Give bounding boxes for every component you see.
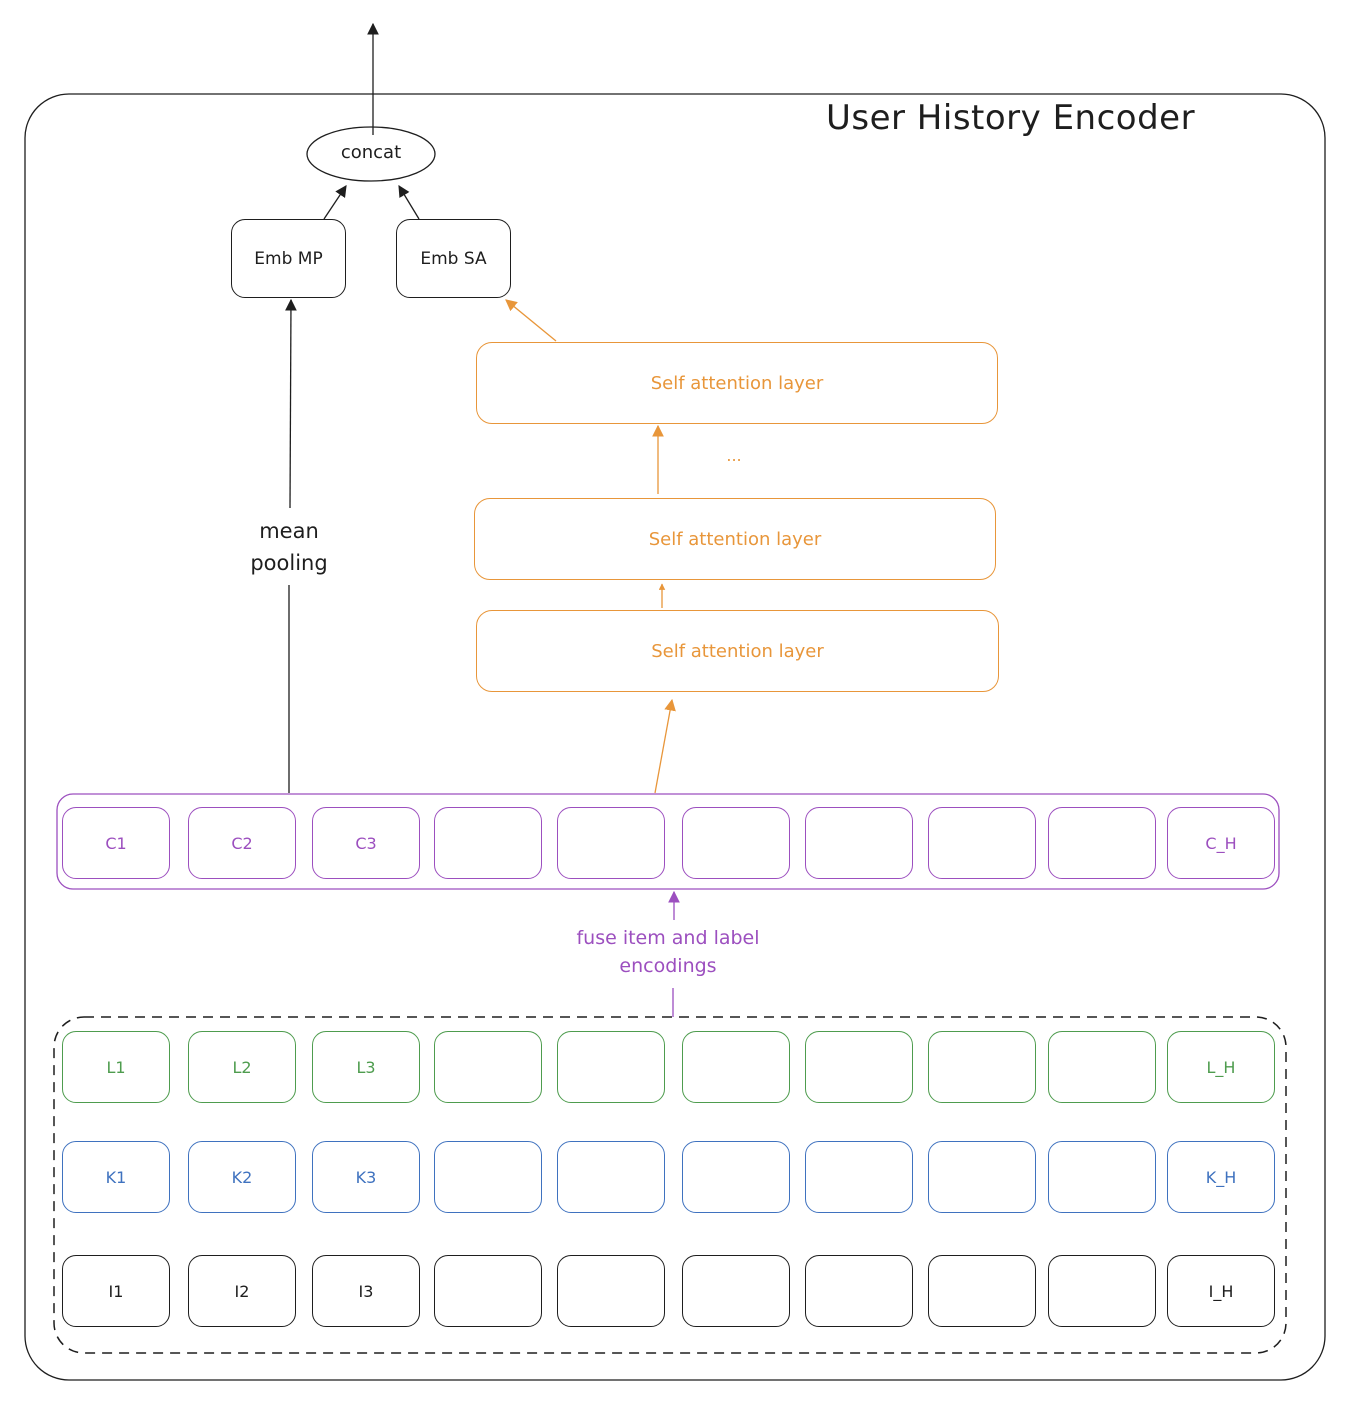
item-cell (1048, 1255, 1156, 1327)
combined-to-attention-arrow (654, 698, 676, 794)
label-cell-label: L_H (1206, 1057, 1236, 1077)
combined-cell-label: C_H (1205, 833, 1237, 853)
item-cell: I1 (62, 1255, 170, 1327)
label-cell: L1 (62, 1031, 170, 1103)
item-cell: I2 (188, 1255, 296, 1327)
attention-layer-bottom-label: Self attention layer (651, 640, 824, 662)
attention-layer-middle-label: Self attention layer (648, 528, 822, 550)
label-cell-label: L2 (232, 1057, 252, 1077)
key-cell: K_H (1167, 1141, 1275, 1213)
fuse-label-line1: fuse item and label (576, 927, 760, 949)
key-cell (805, 1141, 913, 1213)
label-cell (805, 1031, 913, 1103)
emb-sa-node: Emb SA (396, 219, 511, 298)
combined-cell (557, 807, 665, 879)
item-cell (434, 1255, 542, 1327)
item-cell-label: I2 (234, 1281, 250, 1301)
attention-ellipsis: ... (726, 446, 742, 465)
combined-cell (1048, 807, 1156, 879)
item-cell-label: I1 (108, 1281, 124, 1301)
mean-pooling-label: mean pooling (238, 515, 340, 579)
combined-cell: C2 (188, 807, 296, 879)
attention-layer-middle: Self attention layer (474, 498, 996, 580)
key-cell-label: K2 (231, 1167, 253, 1187)
diagram-title: User History Encoder (826, 98, 1196, 138)
item-cell (682, 1255, 790, 1327)
label-cell (557, 1031, 665, 1103)
attention-layer-top-label: Self attention layer (650, 372, 824, 394)
item-cell: I_H (1167, 1255, 1275, 1327)
key-cell (557, 1141, 665, 1213)
label-cell: L3 (312, 1031, 420, 1103)
label-cell (682, 1031, 790, 1103)
emb-mp-to-concat-arrow (323, 185, 347, 220)
item-cell: I3 (312, 1255, 420, 1327)
item-cell (557, 1255, 665, 1327)
key-cell: K1 (62, 1141, 170, 1213)
combined-cell: C_H (1167, 807, 1275, 879)
emb-sa-to-concat-arrow (398, 184, 420, 220)
combined-cell-label: C3 (355, 833, 377, 853)
concat-node: concat (340, 142, 402, 163)
emb-mp-node: Emb MP (231, 219, 346, 298)
item-cell-label: I_H (1208, 1281, 1234, 1301)
label-cell-label: L3 (356, 1057, 376, 1077)
label-cell (434, 1031, 542, 1103)
label-cell: L2 (188, 1031, 296, 1103)
mean-pooling-line1: mean (259, 519, 319, 543)
key-cell (928, 1141, 1036, 1213)
fuse-label: fuse item and label encodings (548, 924, 788, 980)
item-cell (805, 1255, 913, 1327)
combined-cell (805, 807, 913, 879)
attention-layer-bottom: Self attention layer (476, 610, 999, 692)
combined-cell: C3 (312, 807, 420, 879)
key-cell: K3 (312, 1141, 420, 1213)
combined-cell (434, 807, 542, 879)
combined-cell-label: C2 (231, 833, 253, 853)
key-cell (682, 1141, 790, 1213)
combined-cell: C1 (62, 807, 170, 879)
emb-sa-label: Emb SA (420, 248, 487, 269)
key-cell-label: K_H (1205, 1167, 1237, 1187)
label-cell: L_H (1167, 1031, 1275, 1103)
label-cell (928, 1031, 1036, 1103)
combined-cell (682, 807, 790, 879)
key-cell-label: K3 (355, 1167, 377, 1187)
key-cell (434, 1141, 542, 1213)
key-cell (1048, 1141, 1156, 1213)
combined-cell (928, 807, 1036, 879)
mean-pooling-arrow-upper (285, 298, 297, 509)
attention-to-emb-sa-arrow (505, 299, 557, 342)
emb-mp-label: Emb MP (254, 248, 323, 269)
mean-pooling-line2: pooling (250, 551, 328, 575)
combined-cell-label: C1 (105, 833, 127, 853)
label-cell (1048, 1031, 1156, 1103)
item-cell (928, 1255, 1036, 1327)
attention-layer-top: Self attention layer (476, 342, 998, 424)
item-cell-label: I3 (358, 1281, 374, 1301)
key-cell: K2 (188, 1141, 296, 1213)
fuse-label-line2: encodings (619, 955, 717, 977)
key-cell-label: K1 (105, 1167, 127, 1187)
label-cell-label: L1 (106, 1057, 126, 1077)
